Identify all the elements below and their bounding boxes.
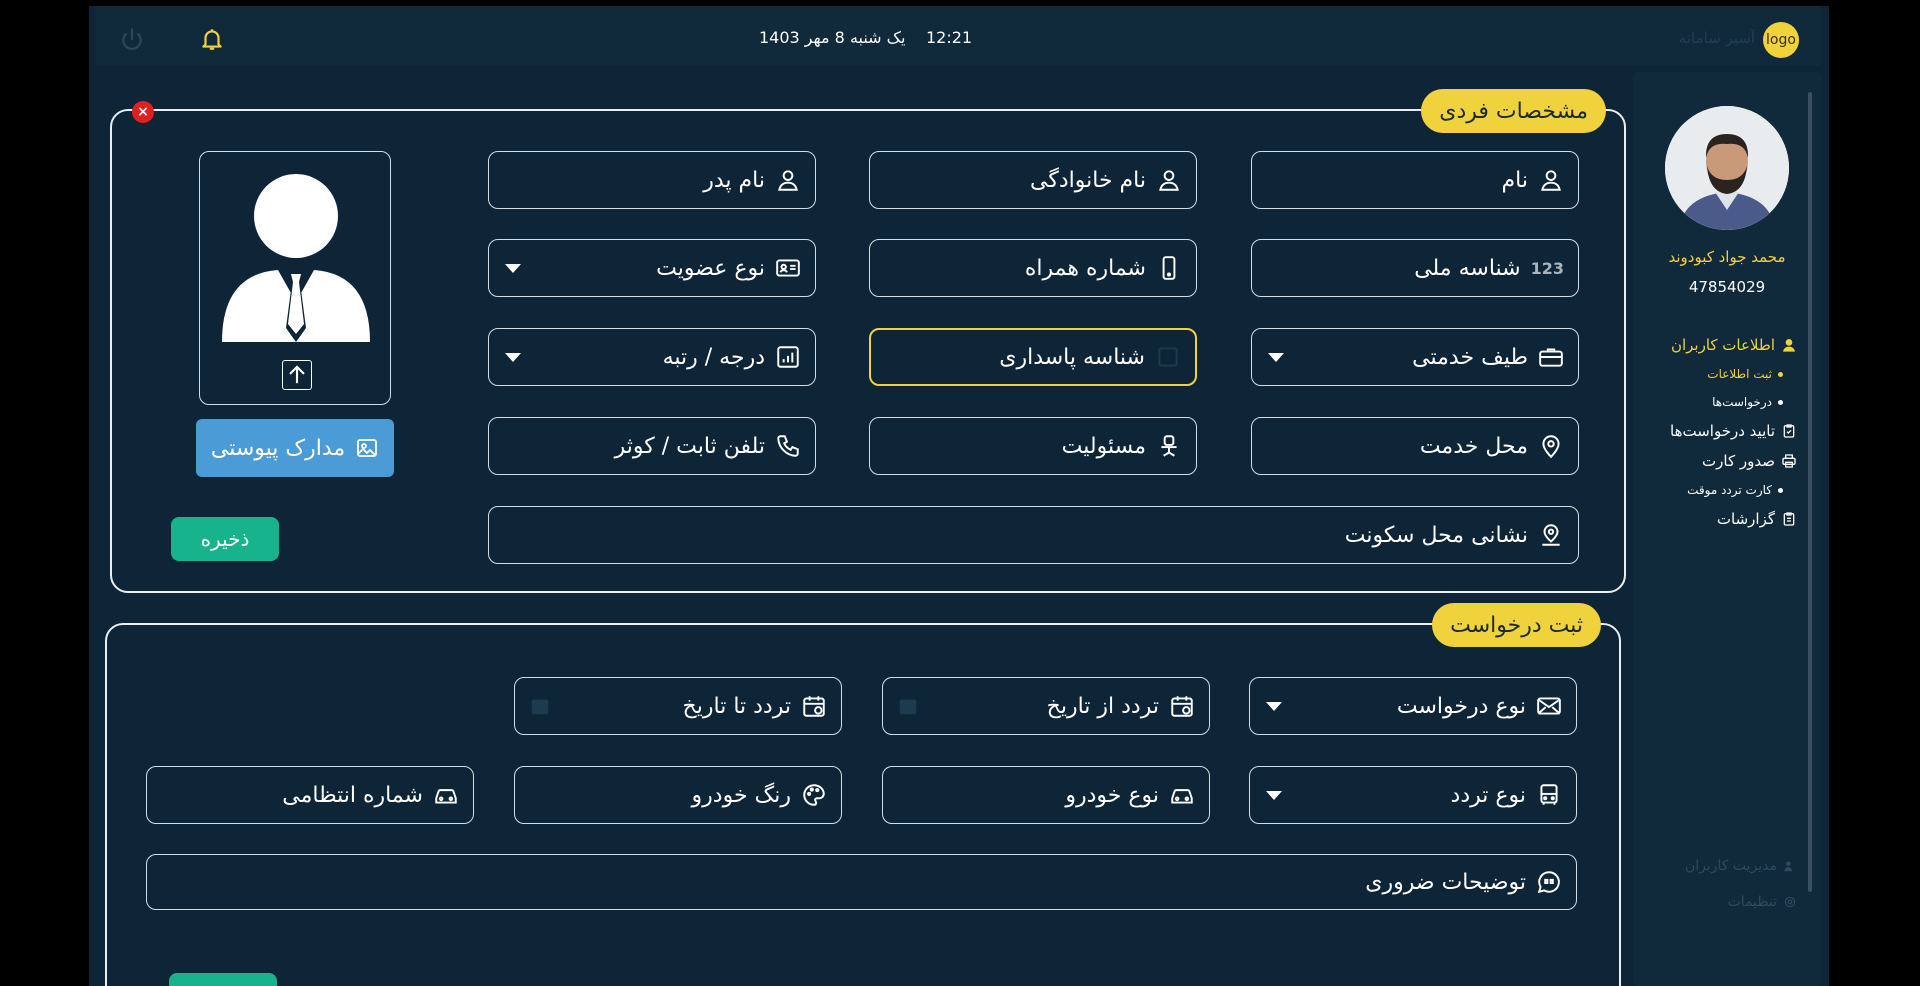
user-silhouette-icon	[222, 174, 370, 342]
personal-info-title: مشخصات فردی	[1421, 89, 1606, 133]
personal-info-panel: مشخصات فردی × نام نام خانوادگی نام پدر 1…	[110, 89, 1626, 593]
time-text: 12:21	[926, 28, 973, 47]
quote-bubble-icon	[1537, 871, 1560, 894]
service-place-field[interactable]: محل خدمت	[1251, 417, 1579, 475]
sidebar-subitem-temp-card[interactable]: کارت تردد موقت	[1637, 476, 1797, 504]
sidebar-item-settings[interactable]: تنظیمات	[1637, 894, 1797, 910]
responsibility-field[interactable]: مسئولیت	[869, 417, 1197, 475]
chevron-down-icon	[505, 264, 521, 273]
logo: logo	[1763, 22, 1799, 58]
father-name-field[interactable]: نام پدر	[488, 151, 816, 209]
sidebar-item-user-management[interactable]: مدیریت کاربران	[1637, 858, 1797, 874]
id-card-icon	[776, 259, 800, 277]
last-name-field[interactable]: نام خانوادگی	[869, 151, 1197, 209]
image-icon	[357, 439, 378, 457]
vehicle-type-field[interactable]: نوع خودرو	[882, 766, 1210, 824]
chevron-down-icon	[1268, 353, 1284, 362]
sidebar-item-issue-card[interactable]: صدور کارت	[1637, 446, 1797, 476]
sidebar: محمد جواد کبودوند 47854029 اطلاعات کاربر…	[1633, 72, 1821, 986]
envelope-icon	[1537, 697, 1561, 715]
sidebar-subitem-requests[interactable]: درخواست‌ها	[1637, 388, 1797, 416]
request-panel: ثبت درخواست نوع درخواست تردد از تاریخ تر…	[105, 603, 1621, 986]
close-icon[interactable]: ×	[132, 101, 154, 123]
plate-number-field[interactable]: شماره انتظامی	[146, 766, 474, 824]
notes-field[interactable]: توضیحات ضروری	[146, 854, 1577, 910]
traffic-type-select[interactable]: نوع تردد	[1249, 766, 1577, 824]
upload-icon[interactable]	[282, 360, 312, 390]
user-icon	[1159, 170, 1179, 191]
date-text: یک شنبه 8 مهر 1403	[759, 28, 906, 47]
calendar-add-icon	[1171, 696, 1193, 717]
home-location-icon	[1542, 524, 1560, 546]
guard-id-field[interactable]: شناسه پاسداری	[869, 328, 1197, 386]
office-chair-icon	[1161, 435, 1177, 457]
report-icon	[1783, 512, 1795, 526]
calendar-add-icon	[803, 696, 825, 717]
user-icon	[1783, 339, 1795, 352]
bell-icon[interactable]	[199, 26, 225, 52]
user-id: 47854029	[1688, 278, 1766, 296]
chevron-down-icon	[505, 353, 521, 362]
location-pin-icon	[1542, 435, 1560, 459]
first-name-field[interactable]: نام	[1251, 151, 1579, 209]
bullet-icon	[1778, 487, 1783, 493]
address-field[interactable]: نشانی محل سکونت	[488, 506, 1579, 564]
national-id-field[interactable]: 123 شناسه ملی	[1251, 239, 1579, 297]
request-title: ثبت درخواست	[1432, 603, 1601, 647]
chevron-down-icon	[1266, 791, 1282, 800]
bullet-icon	[1778, 371, 1783, 377]
rank-select[interactable]: درجه / رتبه	[488, 328, 816, 386]
mobile-field[interactable]: شماره همراه	[869, 239, 1197, 297]
sidebar-subitem-register-info[interactable]: ثبت اطلاعات	[1637, 360, 1797, 388]
clipboard-check-icon	[1783, 424, 1795, 438]
user-icon	[778, 170, 798, 191]
top-bar: یک شنبه 8 مهر 1403 12:21 آسیر سامانه log…	[95, 6, 1821, 66]
membership-select[interactable]: نوع عضویت	[488, 239, 816, 297]
attachments-button[interactable]: مدارک پیوستی	[196, 419, 394, 477]
app-window: یک شنبه 8 مهر 1403 12:21 آسیر سامانه log…	[89, 6, 1829, 986]
chevron-down-icon	[1266, 702, 1282, 711]
bus-icon	[1540, 784, 1558, 805]
bullet-icon	[1778, 399, 1783, 405]
save-button[interactable]: ذخیره	[171, 517, 279, 561]
from-date-field[interactable]: تردد از تاریخ	[882, 677, 1210, 735]
request-type-select[interactable]: نوع درخواست	[1249, 677, 1577, 735]
brand-text: آسیر سامانه	[1678, 29, 1755, 47]
user-name: محمد جواد کبودوند	[1668, 248, 1786, 266]
settings-icon	[1784, 896, 1796, 908]
sidebar-menu: اطلاعات کاربران ثبت اطلاعات درخواست‌ها ت…	[1637, 330, 1797, 534]
profile-photo-placeholder[interactable]	[199, 151, 391, 405]
landline-field[interactable]: تلفن ثابت / کوثر	[488, 417, 816, 475]
calendar-icon[interactable]	[897, 695, 919, 717]
printer-icon	[1782, 454, 1796, 468]
submit-button[interactable]: ثبت	[169, 973, 277, 986]
sidebar-item-approve-requests[interactable]: تایید درخواست‌ها	[1637, 416, 1797, 446]
to-date-field[interactable]: تردد تا تاریخ	[514, 677, 842, 735]
users-icon	[1784, 861, 1793, 872]
sidebar-item-reports[interactable]: گزارشات	[1637, 504, 1797, 534]
numbers-icon: 123	[1530, 258, 1564, 278]
power-icon[interactable]	[119, 26, 145, 52]
briefcase-icon	[1539, 348, 1563, 367]
palette-icon	[803, 784, 825, 806]
phone-icon	[777, 435, 799, 457]
shield-icon	[1158, 347, 1178, 367]
car-front-icon	[435, 789, 457, 804]
avatar	[1665, 106, 1789, 230]
phone-mobile-icon	[1162, 256, 1176, 280]
car-icon	[1171, 789, 1193, 804]
rank-bars-icon	[777, 346, 799, 368]
vehicle-color-field[interactable]: رنگ خودرو	[514, 766, 842, 824]
sidebar-scrollbar[interactable]	[1808, 92, 1812, 892]
sidebar-item-users-info[interactable]: اطلاعات کاربران	[1637, 330, 1797, 360]
service-range-select[interactable]: طیف خدمتی	[1251, 328, 1579, 386]
calendar-icon[interactable]	[529, 695, 551, 717]
user-icon	[1541, 170, 1561, 191]
